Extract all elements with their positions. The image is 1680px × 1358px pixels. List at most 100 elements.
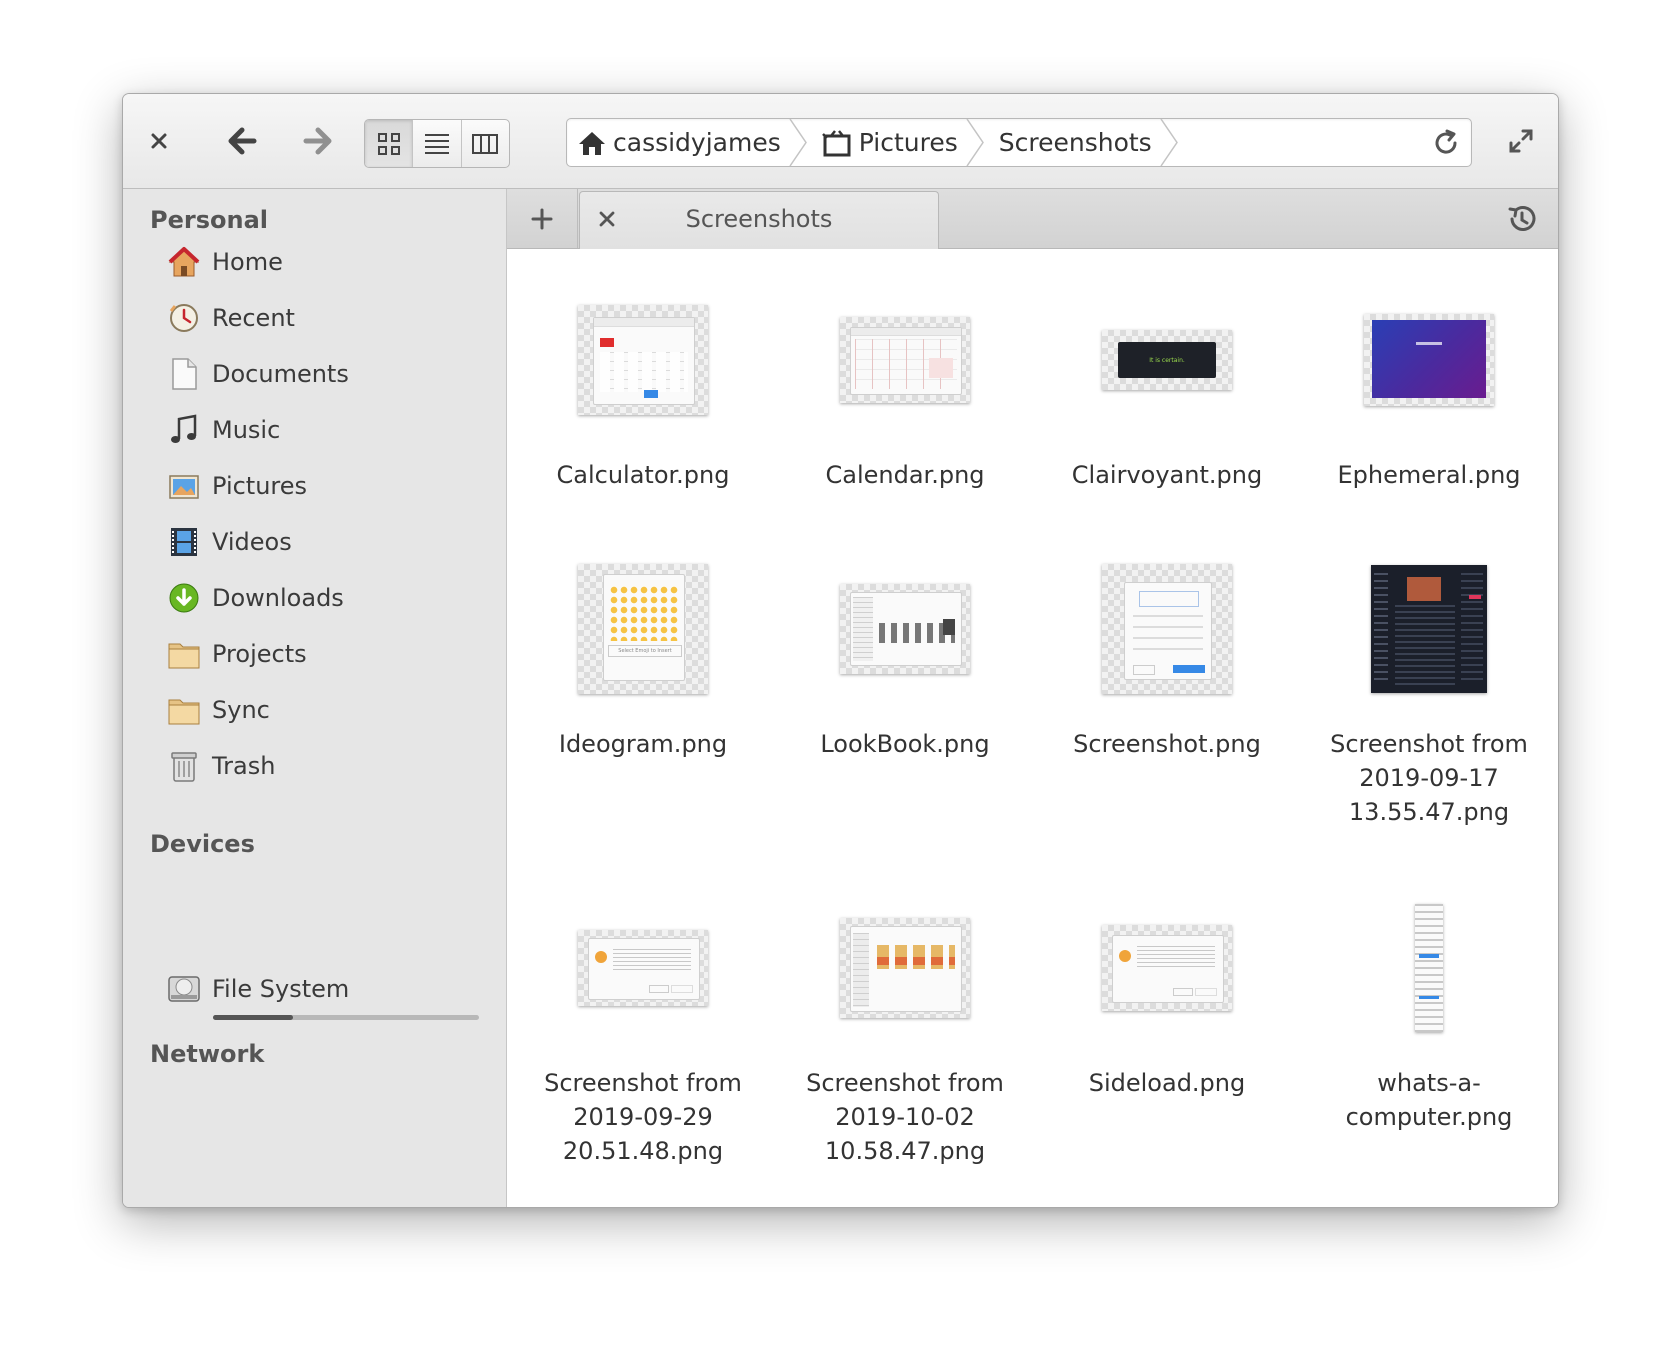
file-name: Screenshot.png <box>1073 730 1261 758</box>
sidebar-item-music[interactable]: Music <box>166 408 486 452</box>
file-name: LookBook.png <box>820 730 990 758</box>
file-item[interactable]: LookBook.png <box>785 551 1025 761</box>
sidebar-item-label: Videos <box>212 528 292 556</box>
file-item[interactable]: Select Emoji to Insert Ideogram.png <box>523 551 763 761</box>
file-thumbnail <box>785 551 1025 707</box>
home-icon <box>166 244 202 280</box>
recent-clock-icon <box>166 300 202 336</box>
sidebar-item-label: Music <box>212 416 281 444</box>
file-thumbnail <box>1309 282 1549 438</box>
film-icon <box>166 524 202 560</box>
file-name: Calculator.png <box>556 461 730 489</box>
reload-button[interactable] <box>1431 128 1461 158</box>
breadcrumb-label: Pictures <box>858 128 958 157</box>
personal-heading: Personal <box>150 206 268 234</box>
column-view-button[interactable] <box>462 120 509 167</box>
close-window-button[interactable] <box>134 116 184 166</box>
file-name: whats-a-computer.png <box>1345 1069 1513 1131</box>
file-thumbnail <box>1047 551 1287 707</box>
file-thumbnail <box>1047 890 1287 1046</box>
breadcrumb-separator <box>1160 119 1178 166</box>
close-icon <box>151 133 167 149</box>
breadcrumb-pictures[interactable]: Pictures <box>811 119 988 166</box>
sidebar-item-file-system[interactable]: File System <box>166 967 486 1011</box>
icon-view-button[interactable] <box>365 120 414 167</box>
sidebar-item-label: Documents <box>212 360 349 388</box>
home-icon <box>578 130 606 156</box>
file-item[interactable]: whats-a-computer.png <box>1309 890 1549 1134</box>
music-note-icon <box>166 412 202 448</box>
file-name: Calendar.png <box>825 461 985 489</box>
trash-icon <box>166 748 202 784</box>
new-tab-button[interactable] <box>507 189 578 248</box>
file-item[interactable]: It is certain. Clairvoyant.png <box>1047 282 1287 492</box>
list-icon <box>424 133 449 154</box>
sidebar-item-videos[interactable]: Videos <box>166 520 486 564</box>
pictures-folder-icon <box>821 129 852 157</box>
sidebar-item-downloads[interactable]: Downloads <box>166 576 486 620</box>
file-name: Sideload.png <box>1088 1069 1246 1097</box>
back-button[interactable] <box>217 116 267 166</box>
breadcrumb-separator <box>789 119 807 166</box>
file-item[interactable]: Calculator.png <box>523 282 763 492</box>
sidebar-item-label: Pictures <box>212 472 308 500</box>
file-item[interactable]: Screenshot from 2019-09-29 20.51.48.png <box>523 890 763 1168</box>
sidebar-item-label: Recent <box>212 304 295 332</box>
sidebar-item-label: Projects <box>212 640 307 668</box>
sidebar-item-label: Trash <box>212 752 276 780</box>
breadcrumb-separator <box>966 119 984 166</box>
sidebar-item-label: Downloads <box>212 584 344 612</box>
file-thumbnail <box>523 282 763 438</box>
file-icon-view: Calculator.png Calendar.png It is certai <box>507 249 1558 1207</box>
file-thumbnail <box>1309 890 1549 1046</box>
columns-icon <box>472 133 499 154</box>
devices-heading: Devices <box>150 830 255 858</box>
file-thumbnail <box>785 282 1025 438</box>
history-icon <box>1508 206 1536 231</box>
sidebar-item-trash[interactable]: Trash <box>166 744 486 788</box>
sidebar-item-pictures[interactable]: Pictures <box>166 464 486 508</box>
sidebar-item-label: Home <box>212 248 283 276</box>
breadcrumb-home[interactable]: cassidyjames <box>567 119 811 166</box>
breadcrumb-label: cassidyjames <box>613 128 781 157</box>
forward-button[interactable] <box>293 116 343 166</box>
file-item[interactable]: Screenshot from 2019-09-17 13.55.47.png <box>1309 551 1549 829</box>
sidebar-item-recent[interactable]: Recent <box>166 296 486 340</box>
sidebar-item-label: File System <box>212 975 350 1003</box>
closed-tabs-history-button[interactable] <box>1504 201 1540 237</box>
location-bar[interactable]: cassidyjames Pictures Screenshots <box>566 118 1472 167</box>
sidebar-item-documents[interactable]: Documents <box>166 352 486 396</box>
file-name: Screenshot from 2019-09-17 13.55.47.png <box>1330 730 1528 826</box>
file-thumbnail <box>1309 551 1549 707</box>
network-heading: Network <box>150 1040 265 1068</box>
arrow-right-icon <box>303 127 332 155</box>
sidebar-item-home[interactable]: Home <box>166 240 486 284</box>
arrow-left-icon <box>228 127 257 155</box>
file-manager-window: cassidyjames Pictures Screenshots Person… <box>122 93 1559 1208</box>
maximize-button[interactable] <box>1496 116 1546 166</box>
file-item[interactable]: Calendar.png <box>785 282 1025 492</box>
thumb-caption: Select Emoji to Insert <box>608 645 682 657</box>
view-switcher <box>364 119 510 168</box>
disk-usage-fill <box>213 1015 293 1020</box>
file-name: Screenshot from 2019-10-02 10.58.47.png <box>806 1069 1004 1165</box>
disk-usage-bar <box>213 1015 479 1020</box>
sidebar: Personal Home Recent Documents Music Pic… <box>123 189 507 1207</box>
sidebar-item-sync[interactable]: Sync <box>166 688 486 732</box>
grid-icon <box>377 132 400 155</box>
file-item[interactable]: Screenshot from 2019-10-02 10.58.47.png <box>785 890 1025 1168</box>
thumb-caption: It is certain. <box>1149 357 1185 364</box>
tab-bar: Screenshots <box>507 189 1558 249</box>
list-view-button[interactable] <box>413 120 462 167</box>
maximize-icon <box>1509 129 1533 153</box>
tab-screenshots[interactable]: Screenshots <box>579 191 939 249</box>
breadcrumb-label: Screenshots <box>998 128 1152 157</box>
breadcrumb-screenshots[interactable]: Screenshots <box>988 119 1182 166</box>
file-name: Clairvoyant.png <box>1071 461 1263 489</box>
file-item[interactable]: Screenshot.png <box>1047 551 1287 761</box>
file-item[interactable]: Ephemeral.png <box>1309 282 1549 492</box>
sidebar-item-label: Sync <box>212 696 270 724</box>
file-item[interactable]: Sideload.png <box>1047 890 1287 1100</box>
sidebar-item-projects[interactable]: Projects <box>166 632 486 676</box>
file-thumbnail <box>785 890 1025 1046</box>
